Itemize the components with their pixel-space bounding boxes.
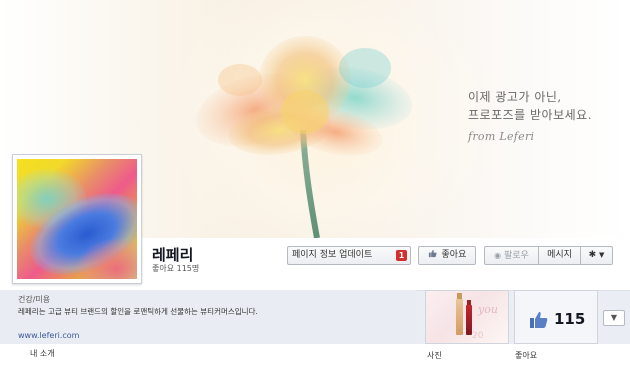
about-tab-label[interactable]: 내 소개 [30,348,55,359]
follow-button[interactable]: ◉ 팔로우 [484,246,538,265]
like-button[interactable]: 좋아요 [418,246,476,265]
follow-button-label: 팔로우 [504,251,529,261]
likes-app-label[interactable]: 좋아요 [515,350,537,361]
message-button[interactable]: 메시지 [538,246,580,265]
photos-app-thumbnail[interactable]: you 20 [425,290,509,344]
update-page-info-button[interactable]: 페이지 정보 업데이트 1 [287,246,411,265]
cover-line-2: 프로포즈를 받아보세요. [468,108,593,122]
thumbs-up-icon [530,312,548,328]
message-button-label: 메시지 [547,250,572,260]
like-button-label: 좋아요 [441,250,467,260]
likes-count: 115 [554,310,586,328]
chevron-down-icon: ▼ [599,251,605,259]
flower-illustration [196,36,413,238]
settings-dropdown-button[interactable]: ✱ ▼ [580,246,613,265]
page-category[interactable]: 건강/미용 [18,294,50,305]
apps-expand-button[interactable]: ▼ [603,310,625,326]
thumbs-up-icon [428,247,437,264]
page-title[interactable]: 레페리 [152,244,193,265]
chevron-down-icon: ▼ [610,313,618,322]
update-page-info-label: 페이지 정보 업데이트 [292,250,373,260]
profile-picture[interactable] [12,154,142,284]
photo-overlay-number: 20 [472,331,484,341]
cosmetic-bottle-image [456,293,463,335]
page-description: 레페리는 고급 뷰티 브랜드의 할인을 로맨틱하게 선물하는 뷰티커머스입니다. [18,307,258,316]
likes-app-thumbnail[interactable]: 115 [514,290,598,344]
photos-app-label[interactable]: 사진 [427,350,442,361]
profile-picture-image [17,159,137,279]
page-website-link[interactable]: www.leferi.com [18,331,79,340]
cover-caption: 이제 광고가 아닌, 프로포즈를 받아보세요. from Leferi [468,88,592,143]
photo-script-text: you [478,303,498,316]
rss-icon: ◉ [494,251,502,260]
cover-signature: from Leferi [468,130,535,143]
gear-icon: ✱ [588,250,597,260]
page-likes-count[interactable]: 좋아요 115명 [152,263,199,274]
notification-badge: 1 [396,250,407,261]
cover-line-1: 이제 광고가 아닌, [468,90,562,104]
